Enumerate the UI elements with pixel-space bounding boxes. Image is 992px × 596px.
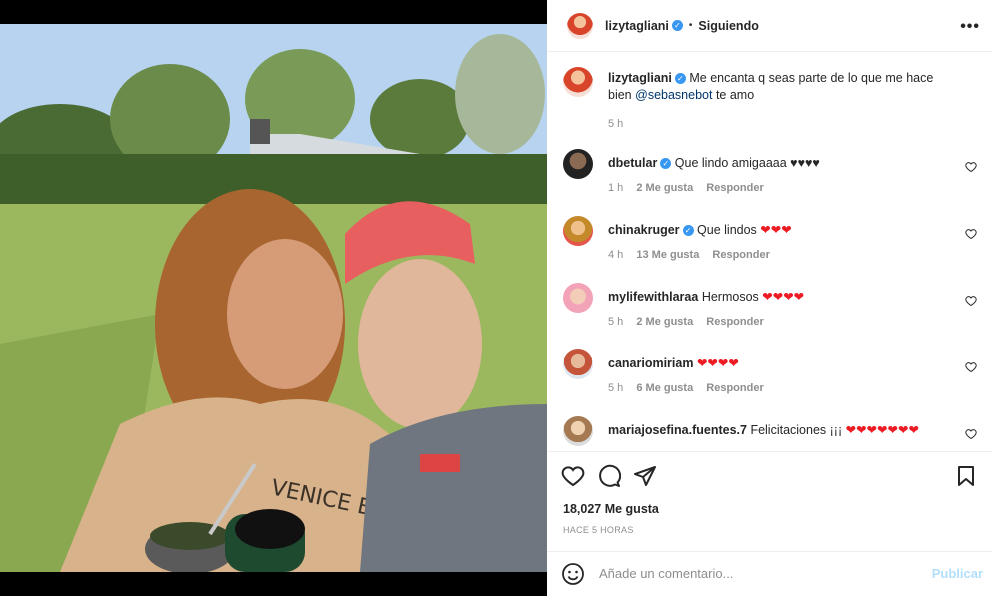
commenter-avatar[interactable] bbox=[563, 216, 593, 246]
comment-composer: Añade un comentario... Publicar bbox=[547, 551, 992, 596]
caption: lizytagliani ✓ Me encanta q seas parte de… bbox=[563, 67, 983, 137]
verified-icon: ✓ bbox=[660, 158, 672, 170]
commenter-username[interactable]: dbetular bbox=[608, 156, 657, 170]
comment-text: dbetular ✓ Que lindo amigaaaa ♥♥♥♥ bbox=[608, 155, 948, 172]
photo-area: VENICE BEAC bbox=[0, 0, 547, 596]
comment-row: canariomiriam ❤❤❤❤ 5 h 6 Me gusta Respon… bbox=[563, 349, 983, 405]
comment-time: 4 h bbox=[608, 249, 624, 261]
reply-button[interactable]: Responder bbox=[706, 316, 763, 328]
reply-button[interactable]: Responder bbox=[706, 182, 763, 194]
comment-body: Felicitaciones ¡¡¡ bbox=[750, 423, 843, 437]
instagram-post-modal: VENICE BEAC lizytagliani ✓ • Siguiendo •… bbox=[0, 0, 992, 596]
author-avatar[interactable] bbox=[567, 12, 593, 39]
comment-hearts: ❤❤❤❤ bbox=[762, 290, 805, 304]
commenter-username[interactable]: mariajosefina.fuentes.7 bbox=[608, 423, 747, 437]
comment-time: 5 h bbox=[608, 382, 624, 394]
comment-meta: 1 h 2 Me gusta Responder bbox=[608, 182, 764, 194]
caption-username[interactable]: lizytagliani bbox=[608, 71, 672, 85]
comment-text: canariomiriam ❤❤❤❤ bbox=[608, 355, 948, 372]
comment-likes[interactable]: 13 Me gusta bbox=[636, 249, 699, 261]
caption-tail: te amo bbox=[715, 88, 755, 102]
follow-status-button[interactable]: Siguiendo bbox=[698, 19, 758, 33]
verified-icon: ✓ bbox=[674, 73, 686, 85]
commenter-avatar[interactable] bbox=[563, 416, 593, 446]
heart-icon[interactable] bbox=[965, 428, 977, 440]
comment-hearts: ❤❤❤❤ bbox=[696, 356, 739, 370]
comment-row: mylifewithlaraa Hermosos ❤❤❤❤ 5 h 2 Me g… bbox=[563, 283, 983, 339]
comment-meta: 5 h 6 Me gusta Responder bbox=[608, 382, 764, 394]
caption-time: 5 h bbox=[608, 118, 624, 130]
comment-likes[interactable]: 2 Me gusta bbox=[636, 182, 693, 194]
comment-hearts: ❤❤❤ bbox=[760, 223, 792, 237]
heart-icon[interactable] bbox=[965, 295, 977, 307]
comment-meta: 4 h 13 Me gusta Responder bbox=[608, 249, 770, 261]
post-header: lizytagliani ✓ • Siguiendo ••• bbox=[547, 0, 992, 52]
heart-icon[interactable] bbox=[965, 161, 977, 173]
post-side-panel: lizytagliani ✓ • Siguiendo ••• lizytagli… bbox=[547, 0, 992, 596]
commenter-username[interactable]: mylifewithlaraa bbox=[608, 290, 698, 304]
comment-row: dbetular ✓ Que lindo amigaaaa ♥♥♥♥ 1 h 2 … bbox=[563, 149, 983, 205]
comment-row: chinakruger ✓ Que lindos ❤❤❤ 4 h 13 Me gu… bbox=[563, 216, 983, 272]
comments-list[interactable]: lizytagliani ✓ Me encanta q seas parte de… bbox=[547, 53, 992, 450]
comment-text: mariajosefina.fuentes.7 Felicitaciones ¡… bbox=[608, 422, 948, 439]
verified-icon: ✓ bbox=[671, 20, 683, 31]
caption-mention[interactable]: @sebasnebot bbox=[635, 88, 712, 102]
commenter-avatar[interactable] bbox=[563, 149, 593, 179]
likes-count[interactable]: 18,027 Me gusta bbox=[563, 502, 659, 516]
reply-button[interactable]: Responder bbox=[706, 382, 763, 394]
publish-button[interactable]: Publicar bbox=[932, 566, 983, 581]
commenter-avatar[interactable] bbox=[563, 283, 593, 313]
author-username[interactable]: lizytagliani bbox=[605, 19, 669, 33]
comment-hearts: ❤❤❤❤❤❤❤ bbox=[845, 423, 919, 437]
comment-body: Que lindo amigaaaa ♥♥♥♥ bbox=[674, 156, 820, 170]
commenter-username[interactable]: chinakruger bbox=[608, 223, 680, 237]
more-options-icon[interactable]: ••• bbox=[960, 18, 980, 36]
commenter-username[interactable]: canariomiriam bbox=[608, 356, 693, 370]
comment-text: mylifewithlaraa Hermosos ❤❤❤❤ bbox=[608, 289, 948, 306]
comment-body: Que lindos bbox=[697, 223, 757, 237]
verified-icon: ✓ bbox=[682, 225, 694, 237]
caption-text: lizytagliani ✓ Me encanta q seas parte de… bbox=[608, 70, 948, 104]
heart-icon[interactable] bbox=[561, 464, 585, 488]
comment-likes[interactable]: 6 Me gusta bbox=[636, 382, 693, 394]
comment-icon[interactable] bbox=[597, 464, 621, 488]
comment-row: mariajosefina.fuentes.7 Felicitaciones ¡… bbox=[563, 416, 983, 450]
comment-time: 1 h bbox=[608, 182, 624, 194]
save-icon[interactable] bbox=[954, 464, 978, 488]
commenter-avatar[interactable] bbox=[563, 349, 593, 379]
author-avatar[interactable] bbox=[563, 67, 593, 97]
comment-input[interactable]: Añade un comentario... bbox=[599, 566, 733, 581]
post-photo[interactable]: VENICE BEAC bbox=[0, 24, 547, 572]
comment-time: 5 h bbox=[608, 316, 624, 328]
comment-meta: 5 h 2 Me gusta Responder bbox=[608, 316, 764, 328]
post-actions: 18,027 Me gusta HACE 5 HORAS bbox=[547, 451, 992, 551]
comment-body: Hermosos bbox=[701, 290, 759, 304]
heart-icon[interactable] bbox=[965, 228, 977, 240]
heart-icon[interactable] bbox=[965, 361, 977, 373]
post-timestamp: HACE 5 HORAS bbox=[563, 525, 634, 535]
reply-button[interactable]: Responder bbox=[712, 249, 769, 261]
comment-text: chinakruger ✓ Que lindos ❤❤❤ bbox=[608, 222, 948, 239]
share-icon[interactable] bbox=[633, 464, 657, 488]
separator-dot: • bbox=[688, 20, 693, 31]
emoji-icon[interactable] bbox=[561, 562, 585, 586]
comment-likes[interactable]: 2 Me gusta bbox=[636, 316, 693, 328]
selfie-photo: VENICE BEAC bbox=[0, 24, 547, 572]
